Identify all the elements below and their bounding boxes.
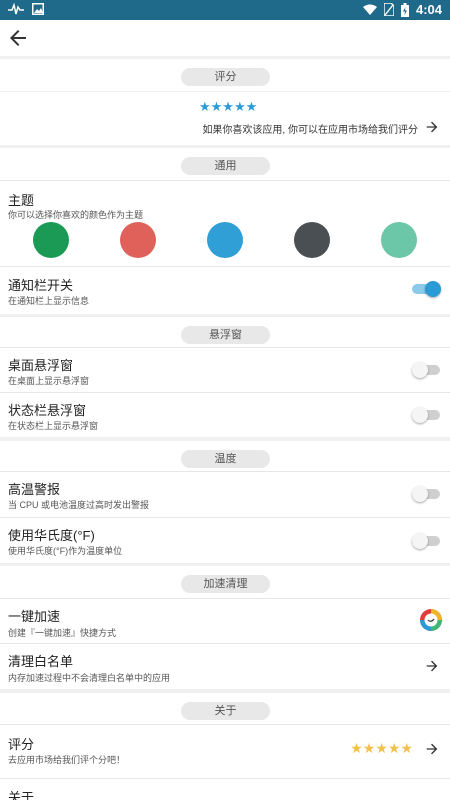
rate-us-row[interactable]: 评分 去应用市场给我们评个分吧！ ★★★★★ (0, 725, 450, 778)
statusbar-float-title: 状态栏悬浮窗 (8, 403, 87, 418)
theme-color-dark[interactable] (294, 222, 330, 258)
image-icon (32, 3, 44, 15)
wifi-icon (362, 4, 377, 15)
one-key-boost-title: 一键加速 (8, 609, 61, 624)
theme-row: 主题 你可以选择你喜欢的颜色作为主题 (0, 181, 450, 266)
statusbar-float-subtitle: 在状态栏上显示悬浮窗 (8, 421, 99, 431)
rate-app-description: 如果你喜欢该应用, 你可以在应用市场给我们评分 (202, 125, 418, 136)
status-time: 4:04 (415, 2, 442, 17)
section-label: 温度 (181, 450, 270, 468)
section-header-about: 关于 (0, 693, 450, 725)
no-sim-icon (383, 3, 394, 16)
desktop-float-row[interactable]: 桌面悬浮窗 在桌面上显示悬浮窗 (0, 348, 450, 392)
notification-toggle-row[interactable]: 通知栏开关 在通知栏上显示信息 (0, 267, 450, 314)
settings-list: 评分 ★★★★★ 如果你喜欢该应用, 你可以在应用市场给我们评分 通用 主题 你… (0, 56, 450, 800)
section-header-rating: 评分 (0, 59, 450, 91)
high-temp-alarm-row[interactable]: 高温警报 当 CPU 或电池温度过高时发出警报 (0, 472, 450, 517)
section-header-boost: 加速清理 (0, 566, 450, 598)
theme-color-blue[interactable] (207, 222, 243, 258)
rate-us-subtitle: 去应用市场给我们评个分吧！ (8, 755, 126, 765)
about-title: 关于 (8, 790, 35, 800)
section-header-temperature: 温度 (0, 441, 450, 473)
notification-title: 通知栏开关 (8, 278, 74, 293)
statusbar-float-row[interactable]: 状态栏悬浮窗 在状态栏上显示悬浮窗 (0, 393, 450, 437)
status-bar: 4:04 (0, 0, 450, 20)
one-key-boost-row[interactable]: 一键加速 创建『一键加速』快捷方式 (0, 599, 450, 643)
rate-us-title: 评分 (8, 737, 35, 752)
arrow-left-icon[interactable] (6, 26, 30, 50)
rate-app-row[interactable]: ★★★★★ 如果你喜欢该应用, 你可以在应用市场给我们评分 (0, 92, 450, 145)
notification-subtitle: 在通知栏上显示信息 (8, 296, 90, 306)
fahrenheit-subtitle: 使用华氏度(°F)作为温度单位 (8, 546, 123, 556)
arrow-right-icon[interactable] (424, 658, 440, 674)
theme-color-green[interactable] (33, 222, 69, 258)
section-header-floating: 悬浮窗 (0, 317, 450, 349)
section-label: 加速清理 (181, 575, 270, 593)
boost-shortcut-icon[interactable] (419, 608, 443, 632)
whitelist-title: 清理白名单 (8, 654, 74, 669)
theme-color-red[interactable] (120, 222, 156, 258)
rating-stars: ★★★★★ (199, 99, 258, 114)
whitelist-row[interactable]: 清理白名单 内存加速过程中不会清理白名单中的应用 (0, 644, 450, 689)
high-temp-alarm-switch[interactable] (412, 486, 440, 502)
battery-charging-icon (400, 2, 409, 17)
desktop-float-title: 桌面悬浮窗 (8, 358, 74, 373)
desktop-float-subtitle: 在桌面上显示悬浮窗 (8, 376, 90, 386)
statusbar-float-switch[interactable] (412, 407, 440, 423)
fahrenheit-switch[interactable] (412, 533, 440, 549)
fahrenheit-row[interactable]: 使用华氏度(°F) 使用华氏度(°F)作为温度单位 (0, 518, 450, 563)
high-temp-alarm-subtitle: 当 CPU 或电池温度过高时发出警报 (8, 500, 150, 510)
high-temp-alarm-title: 高温警报 (8, 482, 61, 497)
section-label: 关于 (181, 702, 270, 720)
theme-title: 主题 (8, 193, 35, 208)
one-key-boost-subtitle: 创建『一键加速』快捷方式 (8, 628, 117, 638)
gold-rating-stars: ★★★★★ (350, 740, 413, 756)
about-row[interactable]: 关于 (0, 779, 450, 800)
notification-switch[interactable] (412, 281, 441, 297)
theme-subtitle: 你可以选择你喜欢的颜色作为主题 (8, 210, 144, 220)
fahrenheit-title: 使用华氏度(°F) (8, 528, 95, 543)
section-label: 评分 (181, 68, 270, 86)
section-header-general: 通用 (0, 148, 450, 180)
app-bar (0, 20, 450, 56)
section-label: 通用 (181, 157, 270, 175)
desktop-float-switch[interactable] (412, 362, 440, 378)
whitelist-subtitle: 内存加速过程中不会清理白名单中的应用 (8, 673, 171, 683)
pulse-icon (8, 3, 24, 15)
arrow-right-icon[interactable] (424, 741, 440, 757)
arrow-right-icon[interactable] (424, 119, 440, 135)
theme-color-teal[interactable] (381, 222, 417, 258)
section-label: 悬浮窗 (181, 326, 270, 344)
